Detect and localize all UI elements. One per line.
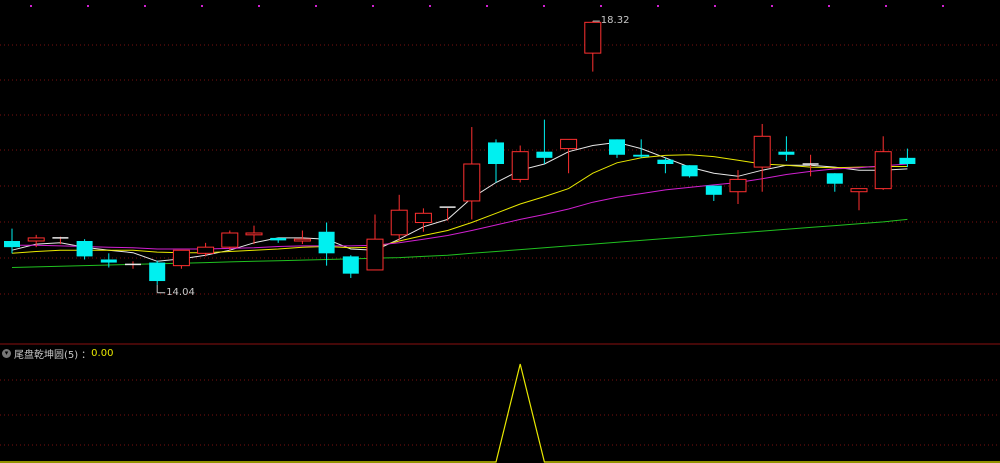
candle[interactable] — [270, 237, 287, 243]
candle[interactable] — [560, 138, 578, 174]
candle[interactable] — [826, 173, 843, 192]
candle[interactable] — [342, 255, 359, 278]
top-tick — [372, 5, 374, 7]
candle-body — [172, 249, 190, 267]
candle-body — [245, 232, 263, 236]
top-tick — [315, 5, 317, 7]
candle-body — [657, 159, 674, 164]
top-tick — [87, 5, 89, 7]
candle-body — [293, 238, 311, 242]
candle-body — [100, 259, 117, 263]
candle[interactable] — [850, 188, 868, 211]
candle[interactable] — [609, 139, 625, 158]
candle[interactable] — [172, 249, 190, 269]
candle-body — [414, 212, 432, 224]
candle[interactable] — [390, 194, 408, 241]
candle-body — [729, 178, 747, 193]
moving-average-lines — [11, 141, 908, 268]
indicator-separator: ： — [81, 349, 92, 361]
candle[interactable] — [536, 119, 553, 164]
candle[interactable] — [633, 139, 650, 158]
candle-body — [681, 165, 698, 177]
top-tick — [201, 5, 203, 7]
candle-body — [270, 237, 287, 241]
candle[interactable] — [366, 214, 384, 271]
candle-body — [221, 232, 239, 248]
top-tick — [828, 5, 830, 7]
candle-body — [778, 151, 795, 155]
indicator-value: 0.00 — [91, 347, 114, 359]
candle[interactable] — [753, 123, 771, 192]
candle-body — [705, 185, 722, 195]
candle-body — [874, 151, 892, 190]
candle-body — [850, 188, 868, 193]
top-tick — [258, 5, 260, 7]
top-tick — [30, 5, 32, 7]
ma-line — [12, 163, 908, 250]
candle-body — [488, 142, 504, 164]
candle-body — [511, 151, 529, 180]
low-price-label: 14.04 — [166, 286, 195, 298]
top-tick — [885, 5, 887, 7]
chevron-down-icon[interactable]: ▾ — [2, 348, 11, 358]
candle-body — [753, 135, 771, 168]
candle-body — [149, 262, 166, 282]
top-tick — [543, 5, 545, 7]
candle[interactable] — [463, 127, 481, 220]
ma-line — [11, 141, 908, 262]
candle-body — [366, 238, 384, 271]
top-tick — [486, 5, 488, 7]
top-tick — [144, 5, 146, 7]
candle-body — [826, 173, 843, 184]
candle-body — [463, 163, 481, 202]
candle[interactable] — [149, 260, 166, 285]
candle[interactable] — [778, 136, 795, 161]
candle-body — [633, 154, 650, 157]
candle[interactable] — [874, 136, 892, 190]
indicator-grid — [0, 379, 1000, 446]
candle[interactable] — [414, 208, 432, 232]
candle[interactable] — [657, 157, 674, 174]
indicator-line — [0, 363, 1000, 463]
top-tick — [600, 5, 602, 7]
top-tick — [714, 5, 716, 7]
candle[interactable] — [511, 145, 529, 183]
candle[interactable] — [76, 239, 93, 260]
candle-body — [584, 21, 602, 54]
candle[interactable] — [293, 230, 311, 245]
candle-body — [318, 231, 335, 254]
candle-body — [27, 237, 45, 242]
candle-body — [390, 209, 408, 236]
top-tick — [657, 5, 659, 7]
candle[interactable] — [4, 228, 20, 254]
candle-body — [342, 256, 359, 274]
candle-body — [197, 246, 215, 254]
candlestick-chart[interactable] — [0, 0, 1000, 463]
candle[interactable] — [681, 165, 698, 178]
candles[interactable] — [4, 21, 916, 285]
top-tick — [771, 5, 773, 7]
candle[interactable] — [125, 261, 141, 269]
candle[interactable] — [221, 230, 239, 251]
candle-body — [609, 139, 625, 155]
candle-body — [536, 151, 553, 158]
indicator-name: 尾盘乾坤圆(5) — [14, 349, 79, 361]
candle-body — [76, 241, 93, 257]
candle[interactable] — [705, 185, 722, 201]
candle[interactable] — [584, 21, 602, 72]
candle-body — [4, 241, 20, 248]
candle-body — [899, 157, 916, 164]
top-tick — [429, 5, 431, 7]
ma-line — [11, 154, 908, 254]
candle[interactable] — [488, 139, 504, 183]
indicator-header: ▾ 尾盘乾坤圆(5) ： 0.00 — [2, 346, 114, 361]
candle-body — [560, 138, 578, 150]
top-tick — [942, 5, 944, 7]
indicator-series — [0, 363, 1000, 463]
high-price-label: 18.32 — [600, 15, 630, 27]
